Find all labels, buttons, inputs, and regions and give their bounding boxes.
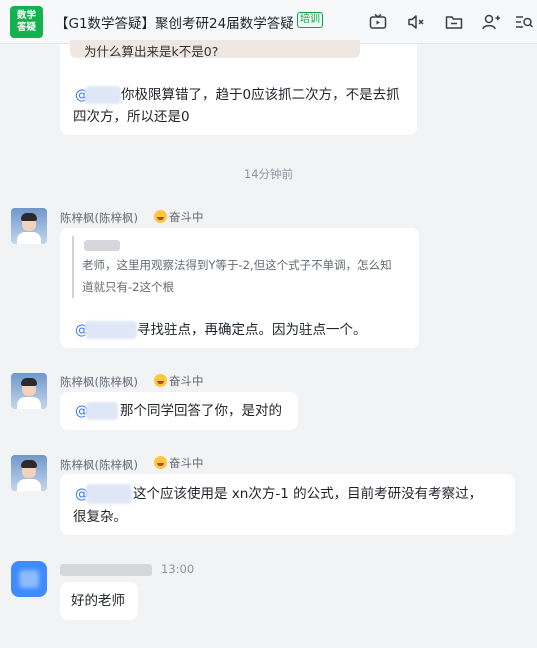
group-avatar-line1: 数学 bbox=[16, 10, 36, 21]
quote-text-line2: 道就只有-2这个根 bbox=[82, 280, 174, 294]
quote-bar bbox=[72, 236, 74, 298]
grin-emoji-icon bbox=[154, 210, 167, 223]
avatar[interactable] bbox=[11, 373, 47, 409]
group-title[interactable]: 【G1数学答疑】聚创考研24届数学答疑 bbox=[55, 12, 294, 32]
time-divider: 14分钟前 bbox=[243, 167, 294, 181]
message-text-line1: 这个应该使用是 xn次方-1 的公式，目前考研没有考察过， bbox=[133, 486, 483, 502]
avatar[interactable] bbox=[11, 561, 47, 597]
chat-header: 数学 答疑 【G1数学答疑】聚创考研24届数学答疑 培训 bbox=[0, 0, 537, 44]
grin-emoji-icon bbox=[154, 374, 167, 387]
sender-name[interactable]: 陈梓枫(陈梓枫) bbox=[60, 374, 138, 390]
user-status: 奋斗中 bbox=[154, 455, 204, 471]
quote-text-line1: 老师，这里用观察法得到Y等于-2,但这个式子不单调，怎么知 bbox=[82, 258, 392, 272]
add-member-icon[interactable] bbox=[481, 12, 501, 32]
group-tag-badge: 培训 bbox=[297, 12, 323, 28]
mute-icon[interactable] bbox=[406, 12, 426, 32]
message-text: 好的老师 bbox=[71, 593, 125, 609]
status-text: 奋斗中 bbox=[169, 456, 204, 470]
message-text: 那个同学回答了你，是对的 bbox=[120, 403, 282, 419]
avatar[interactable] bbox=[11, 208, 47, 244]
message-text-line2: 四次方，所以还是0 bbox=[73, 109, 190, 125]
message-text-line2: 很复杂。 bbox=[73, 509, 127, 525]
group-avatar-line2: 答疑 bbox=[16, 22, 36, 33]
search-list-icon[interactable] bbox=[514, 12, 534, 32]
grin-emoji-icon bbox=[154, 456, 167, 469]
quoted-caption-text: 为什么算出来是k不是0? bbox=[84, 44, 219, 59]
redacted-name bbox=[85, 321, 137, 339]
sender-name[interactable]: 陈梓枫(陈梓枫) bbox=[60, 210, 138, 226]
folder-icon[interactable] bbox=[444, 12, 464, 32]
group-avatar[interactable]: 数学 答疑 bbox=[10, 6, 43, 38]
user-status: 奋斗中 bbox=[154, 209, 204, 225]
tv-icon[interactable] bbox=[368, 12, 388, 32]
status-text: 奋斗中 bbox=[169, 210, 204, 224]
sender-name[interactable]: 陈梓枫(陈梓枫) bbox=[60, 457, 138, 473]
message-text-line1: 你极限算错了，趋于0应该抓二次方，不是去抓 bbox=[121, 87, 400, 103]
status-text: 奋斗中 bbox=[169, 374, 204, 388]
redacted-name bbox=[86, 402, 118, 420]
redacted-quote-author bbox=[84, 240, 120, 251]
user-status: 奋斗中 bbox=[154, 373, 204, 389]
redacted-sender-name bbox=[60, 564, 152, 576]
message-text: 寻找驻点，再确定点。因为驻点一个。 bbox=[137, 322, 367, 338]
redacted-name bbox=[85, 86, 121, 104]
avatar[interactable] bbox=[11, 455, 47, 491]
redacted-name bbox=[86, 484, 132, 504]
message-time: 13:00 bbox=[161, 562, 195, 576]
